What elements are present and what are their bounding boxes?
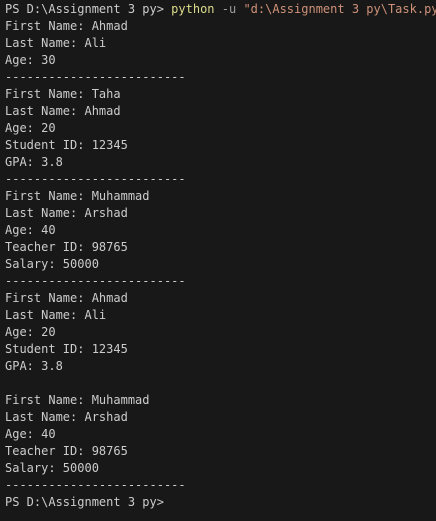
output-line: Teacher ID: 98765 [5,240,128,254]
output-line: Teacher ID: 98765 [5,444,128,458]
output-line: GPA: 3.8 [5,359,63,373]
separator-line: ------------------------- [5,478,186,492]
output-line: Last Name: Ali [5,36,107,50]
output-line: Age: 20 [5,325,56,339]
command-path: "d:\Assignment 3 py\Task.py" [243,2,436,16]
final-prompt[interactable]: PS D:\Assignment 3 py> [5,494,436,511]
output-line: Age: 40 [5,427,56,441]
command-line: PS D:\Assignment 3 py> python -u "d:\Ass… [5,1,436,18]
terminal-panel[interactable]: PS D:\Assignment 3 py> python -u "d:\Ass… [0,0,436,521]
separator-line: ------------------------- [5,70,186,84]
output-line: First Name: Taha [5,87,121,101]
output-line: Last Name: Ahmad [5,104,121,118]
output-line: First Name: Muhammad [5,189,150,203]
command-flag: -u [221,2,237,16]
output-line: Last Name: Arshad [5,410,128,424]
output-line: Student ID: 12345 [5,342,128,356]
output-line: Salary: 50000 [5,461,99,475]
output-line: Age: 40 [5,223,56,237]
output-line: GPA: 3.8 [5,155,63,169]
output-line: Age: 20 [5,121,56,135]
separator-line: ------------------------- [5,274,186,288]
output-line: Last Name: Arshad [5,206,128,220]
output-line: Student ID: 12345 [5,138,128,152]
prompt: PS D:\Assignment 3 py> [5,2,172,16]
output-line: First Name: Ahmad [5,291,128,305]
output-line: First Name: Muhammad [5,393,150,407]
separator-line: ------------------------- [5,172,186,186]
output-line: First Name: Ahmad [5,19,128,33]
command-program: python [171,2,215,16]
output-line: Age: 30 [5,53,56,67]
output-line: Last Name: Ali [5,308,107,322]
output-line: Salary: 50000 [5,257,99,271]
